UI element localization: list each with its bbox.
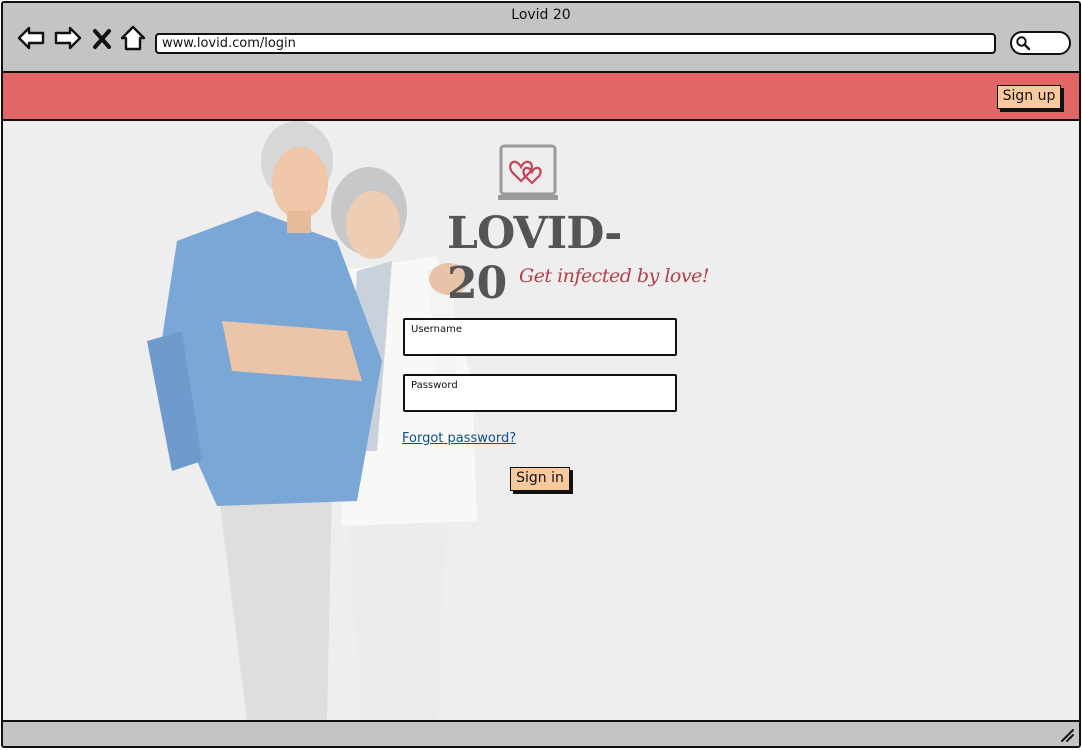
close-x-icon[interactable] [90,23,114,53]
heart-monitor-icon [498,144,558,200]
browser-status-bar [3,720,1079,746]
logo-tagline: Get infected by love! [519,265,709,287]
address-bar[interactable]: www.lovid.com/login [155,33,996,54]
site-header-bar: Sign up [3,73,1079,121]
window-title: Lovid 20 [511,7,571,23]
signup-button[interactable]: Sign up [997,85,1061,109]
home-icon[interactable] [118,23,148,53]
login-page-content: LOVID-20 Get infected by love! Username … [3,121,1079,722]
browser-search-box[interactable] [1010,31,1071,55]
password-field[interactable]: Password [403,374,677,412]
browser-window: Lovid 20 www.lovid.com/login Sign up LOV… [1,1,1081,748]
forgot-password-link[interactable]: Forgot password? [402,431,516,446]
username-field[interactable]: Username [403,318,677,356]
couple-photo [147,121,477,721]
back-arrow-icon[interactable] [16,23,46,53]
resize-grip-icon[interactable] [1059,727,1075,743]
forward-arrow-icon[interactable] [53,23,83,53]
logo-wordmark: LOVID-20 [447,208,622,309]
signin-button[interactable]: Sign in [510,467,570,491]
username-label: Username [411,324,462,335]
password-label: Password [411,380,458,391]
browser-toolbar: Lovid 20 www.lovid.com/login [3,3,1079,73]
search-icon [1016,36,1031,51]
